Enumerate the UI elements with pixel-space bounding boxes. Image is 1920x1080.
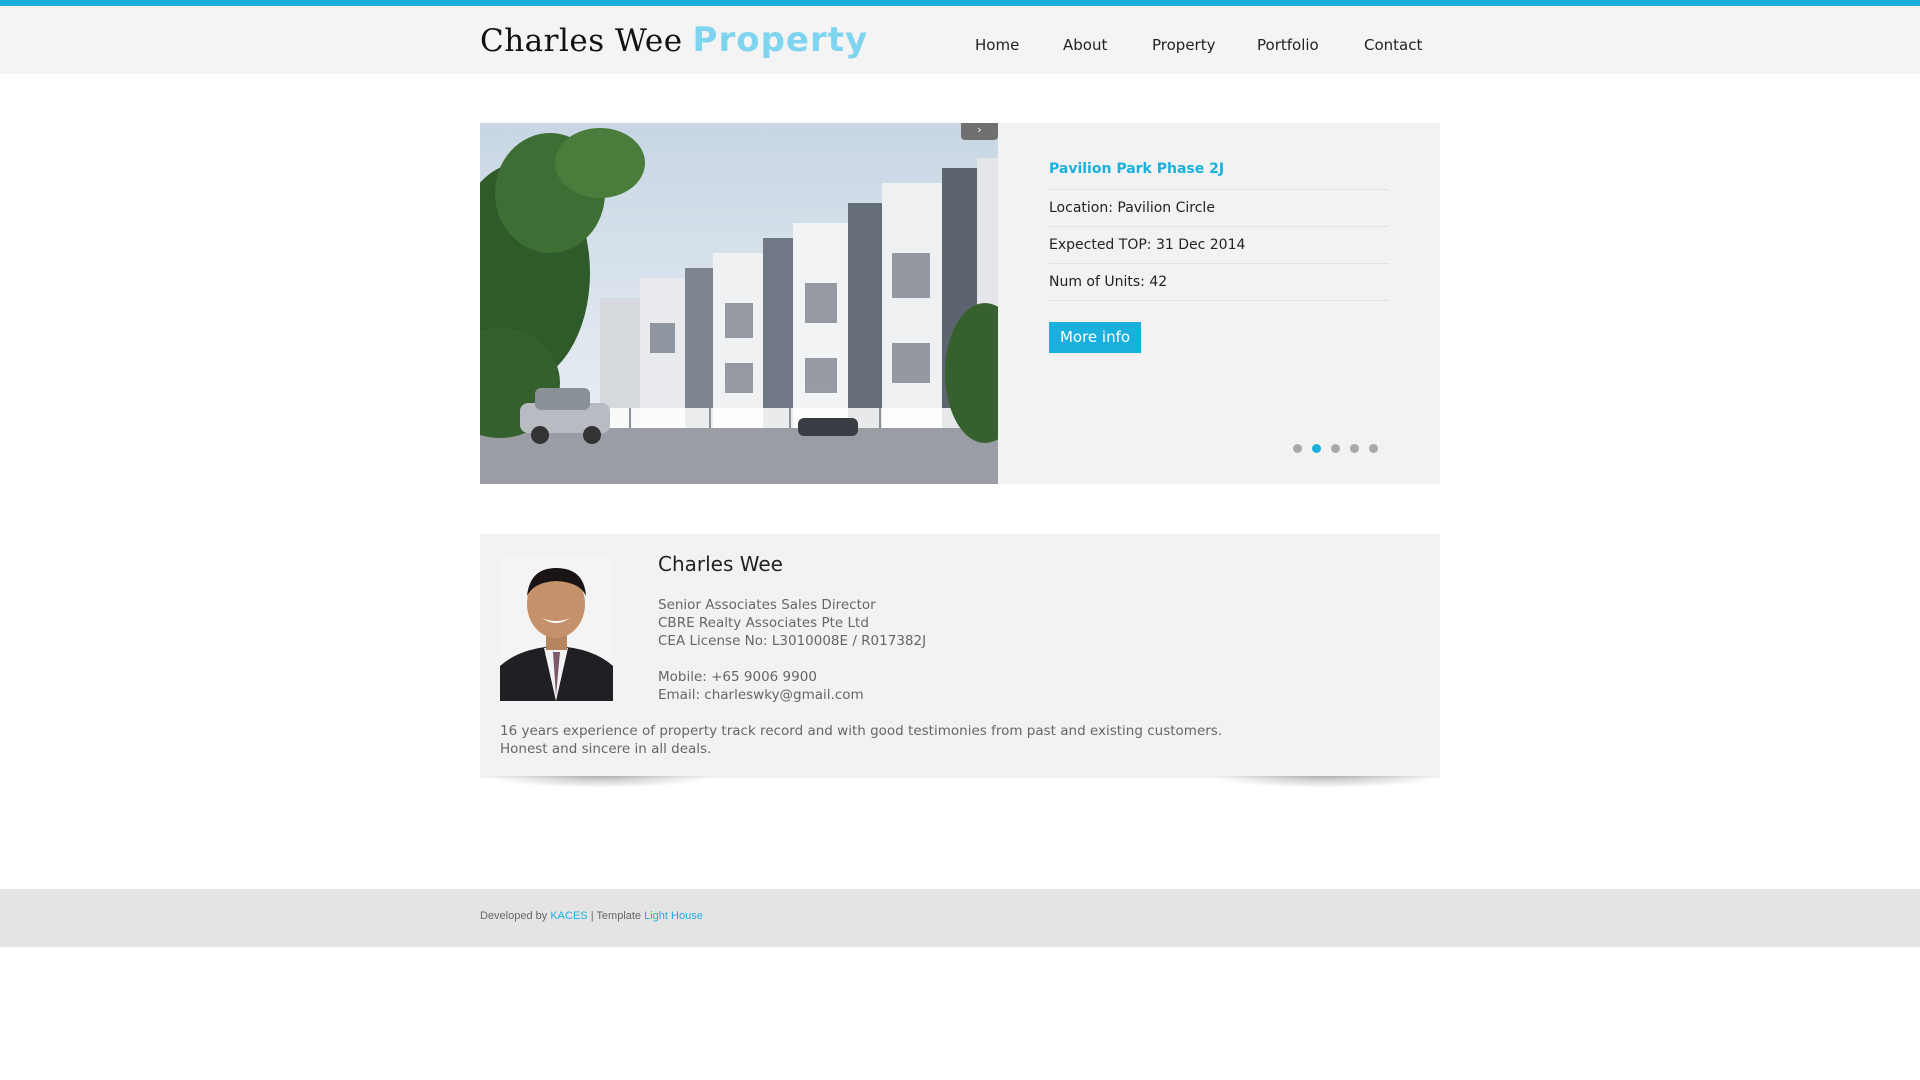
nav-home[interactable]: Home [975,36,1019,54]
agent-license: CEA License No: L3010008E / R017382J [658,633,927,649]
site-footer: Developed by KACES | Template Light Hous… [0,889,1920,947]
agent-email: Email: charleswky@gmail.com [658,687,864,703]
nav-portfolio[interactable]: Portfolio [1257,36,1319,54]
slider-dot-2[interactable] [1312,444,1321,453]
main-nav: Home About Property Portfolio Contact [0,36,1920,60]
agent-description-line-1: 16 years experience of property track re… [500,723,1223,739]
property-image[interactable] [480,123,998,484]
slider-dot-3[interactable] [1331,444,1340,453]
property-location: Location: Pavilion Circle [1049,190,1389,227]
agent-details: Senior Associates Sales Director CBRE Re… [658,596,926,704]
footer-template-label: | Template [590,910,642,922]
card-shadow-left [485,776,715,788]
agent-photo [500,556,613,701]
agent-description-line-2: Honest and sincere in all deals. [500,741,712,757]
property-info: Pavilion Park Phase 2J Location: Pavilio… [1049,153,1389,301]
property-title[interactable]: Pavilion Park Phase 2J [1049,153,1389,190]
agent-company: CBRE Realty Associates Pte Ltd [658,615,869,631]
nav-about[interactable]: About [1063,36,1107,54]
chevron-right-icon[interactable]: › [961,123,998,140]
footer-template-link[interactable]: Light House [644,910,703,922]
card-shadow-right [1210,776,1440,788]
slider-dot-4[interactable] [1350,444,1359,453]
footer-developed-by: Developed by [480,910,548,922]
footer-developer-link[interactable]: KACES [550,910,587,922]
footer-credits: Developed by KACES | Template Light Hous… [480,910,703,922]
site-header: Charles Wee Property Home About Property … [0,6,1920,74]
more-info-button[interactable]: More info [1049,322,1141,353]
agent-description: 16 years experience of property track re… [500,722,1222,758]
nav-property[interactable]: Property [1152,36,1215,54]
property-units: Num of Units: 42 [1049,264,1389,301]
property-slider: › Pavilion Park Phase 2J Location: Pavil… [480,123,1440,484]
slider-dot-5[interactable] [1369,444,1378,453]
nav-contact[interactable]: Contact [1364,36,1422,54]
property-expected-top: Expected TOP: 31 Dec 2014 [1049,227,1389,264]
slider-dot-1[interactable] [1293,444,1302,453]
agent-name: Charles Wee [658,552,783,576]
agent-title: Senior Associates Sales Director [658,597,876,613]
agent-mobile: Mobile: +65 9006 9900 [658,669,817,685]
agent-profile: Charles Wee Senior Associates Sales Dire… [480,534,1440,778]
